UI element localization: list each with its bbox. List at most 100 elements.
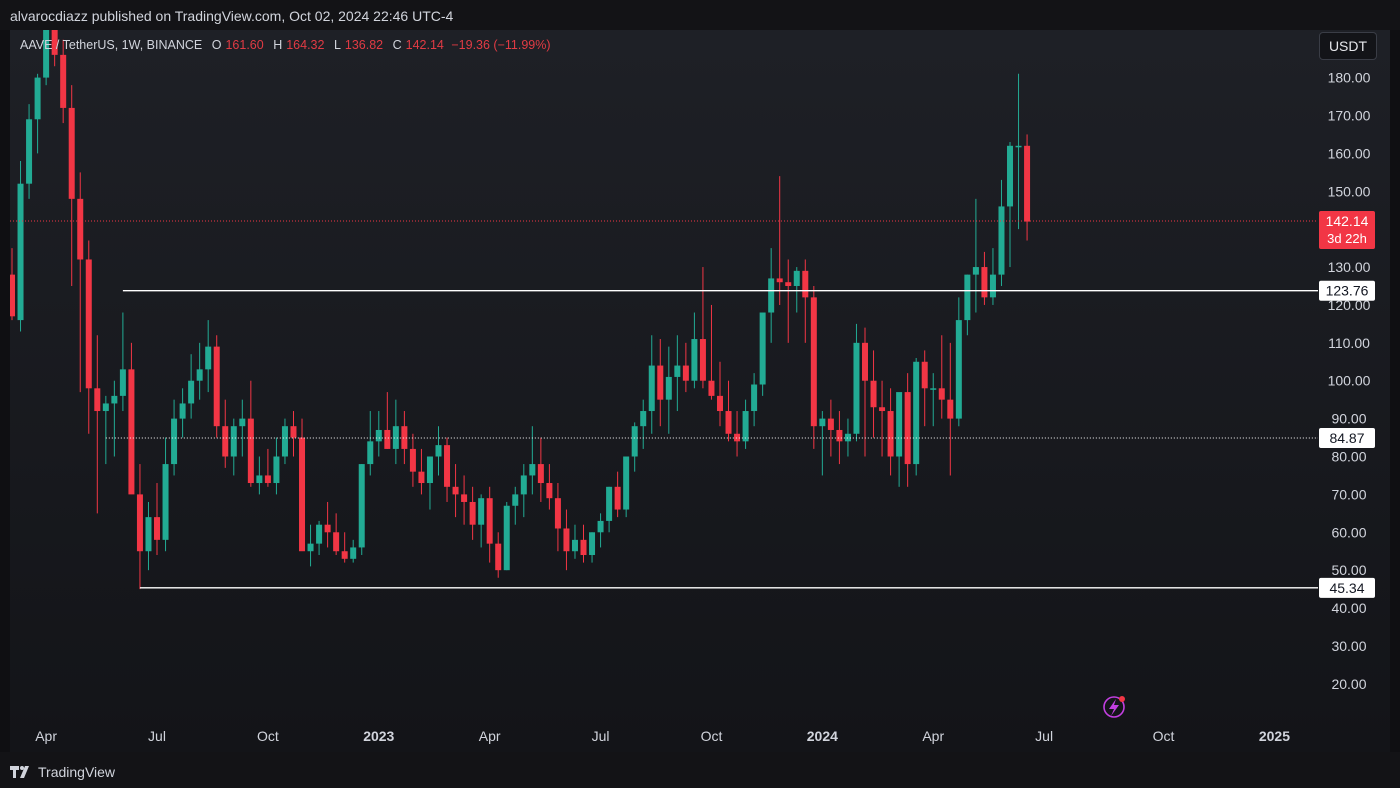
- countdown-label: 3d 22h: [1327, 231, 1367, 246]
- candle-body: [128, 369, 135, 495]
- x-tick-label: 2024: [807, 728, 838, 744]
- candle-body: [171, 418, 178, 465]
- y-tick-label: 50.00: [1331, 562, 1366, 578]
- tradingview-logo[interactable]: TradingView: [10, 764, 115, 780]
- candle-body: [751, 384, 758, 412]
- candle-body: [316, 524, 323, 544]
- y-tick-label: 20.00: [1331, 676, 1366, 692]
- y-tick-label: 170.00: [1328, 107, 1371, 123]
- x-tick-label: Oct: [257, 728, 279, 744]
- candle-body: [444, 445, 451, 487]
- candle-body: [648, 365, 655, 412]
- candle-body: [85, 259, 92, 389]
- candle-body: [290, 426, 297, 438]
- candle-body: [43, 30, 50, 78]
- last-price-label: 142.14: [1326, 213, 1369, 229]
- candle-body: [94, 388, 101, 412]
- candle-body: [264, 475, 271, 484]
- high-value: 164.32: [286, 38, 325, 52]
- low-key: L: [333, 38, 341, 52]
- close-key: C: [392, 38, 402, 52]
- candle-body: [776, 278, 783, 283]
- candle-body: [665, 376, 672, 400]
- candle-body: [887, 411, 894, 457]
- candle-body: [520, 475, 527, 495]
- candle-body: [589, 532, 596, 556]
- x-tick-label: Jul: [592, 728, 610, 744]
- candle-body: [299, 437, 306, 552]
- candle-body: [580, 539, 587, 556]
- candle-body: [793, 270, 800, 286]
- candle-body: [896, 392, 903, 457]
- close-value: 142.14: [405, 38, 444, 52]
- candle-body: [947, 399, 954, 419]
- candle-body: [111, 395, 118, 404]
- candle-body: [222, 426, 229, 457]
- open-key: O: [211, 38, 222, 52]
- candle-body: [657, 365, 664, 400]
- candle-body: [469, 501, 476, 525]
- y-tick-label: 130.00: [1328, 259, 1371, 275]
- candle-body: [921, 361, 928, 389]
- candle-body: [623, 456, 630, 510]
- candle-body: [486, 498, 493, 544]
- symbol-legend: AAVE / TetherUS, 1W, BINANCE O 161.60 H 16…: [20, 38, 551, 52]
- candle-body: [281, 426, 288, 457]
- tradingview-icon: [10, 766, 32, 778]
- candle-body: [273, 456, 280, 484]
- candle-body: [102, 403, 109, 412]
- currency-button[interactable]: USDT: [1319, 32, 1377, 60]
- y-tick-label: 100.00: [1328, 373, 1371, 389]
- candle-body: [307, 543, 314, 552]
- candle-body: [964, 274, 971, 321]
- candle-body: [1024, 145, 1031, 222]
- candle-body: [10, 274, 15, 317]
- lightning-bolt-icon: [1109, 699, 1119, 716]
- candle-body: [554, 498, 561, 529]
- y-tick-label: 70.00: [1331, 486, 1366, 502]
- candlestick-chart[interactable]: 123.7684.8745.34142.143d 22h180.00170.00…: [0, 0, 1400, 788]
- candle-body: [810, 297, 817, 427]
- candle-body: [913, 361, 920, 465]
- candle-body: [162, 464, 169, 540]
- candle-body: [870, 380, 877, 408]
- candle-body: [333, 532, 340, 552]
- candle-body: [136, 494, 143, 552]
- candle-body: [904, 392, 911, 465]
- candle-body: [375, 429, 382, 442]
- candle-body: [230, 426, 237, 457]
- candle-body: [478, 498, 485, 525]
- candle-body: [358, 464, 365, 548]
- x-tick-label: 2025: [1259, 728, 1290, 744]
- candle-body: [989, 274, 996, 298]
- y-tick-label: 150.00: [1328, 183, 1371, 199]
- candle-body: [196, 369, 203, 381]
- y-tick-label: 180.00: [1328, 70, 1371, 86]
- notification-dot-icon: [1119, 696, 1125, 702]
- x-tick-label: Oct: [701, 728, 723, 744]
- candle-body: [341, 551, 348, 559]
- candle-body: [426, 456, 433, 484]
- x-tick-label: 2023: [363, 728, 394, 744]
- candle-body: [862, 342, 868, 381]
- candle-body: [205, 346, 212, 370]
- candle-body: [350, 547, 357, 559]
- candle-body: [955, 320, 962, 419]
- candle-body: [563, 528, 570, 552]
- candle-body: [145, 517, 152, 552]
- candle-body: [759, 312, 766, 385]
- y-tick-label: 120.00: [1328, 297, 1371, 313]
- candle-body: [802, 270, 809, 298]
- candle-body: [699, 339, 706, 381]
- candle-body: [708, 380, 715, 396]
- x-tick-label: Jul: [148, 728, 166, 744]
- candle-body: [418, 471, 425, 484]
- candle-body: [938, 388, 945, 400]
- x-tick-label: Apr: [35, 728, 57, 744]
- open-value: 161.60: [225, 38, 264, 52]
- symbol-title[interactable]: AAVE / TetherUS, 1W, BINANCE: [20, 38, 202, 52]
- candle-body: [597, 520, 604, 533]
- candle-body: [384, 429, 391, 449]
- candle-body: [1007, 145, 1014, 207]
- y-tick-label: 30.00: [1331, 638, 1366, 654]
